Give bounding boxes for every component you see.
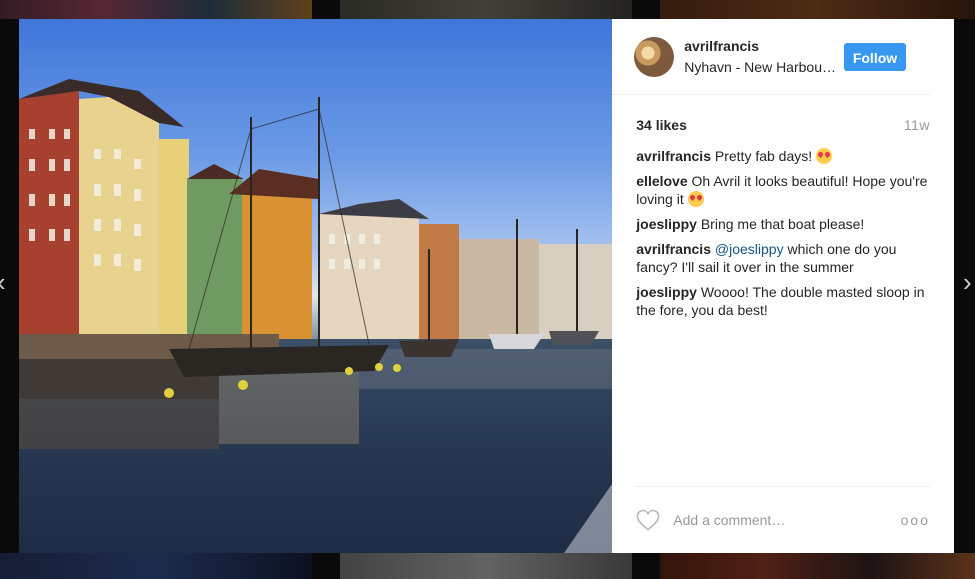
mention-link[interactable]: @joeslippy bbox=[715, 241, 784, 257]
comment-author[interactable]: avrilfrancis bbox=[636, 148, 711, 164]
comment-author[interactable]: joeslippy bbox=[636, 284, 697, 300]
list-item: joeslippy Bring me that boat please! bbox=[636, 215, 930, 233]
kiss-emoji-icon bbox=[687, 191, 704, 207]
user-block: avrilfrancis Nyhavn - New Harbou… bbox=[684, 38, 836, 75]
comment-text: Bring me that boat please! bbox=[700, 216, 865, 232]
avatar[interactable] bbox=[634, 36, 675, 77]
post-modal: avrilfrancis Nyhavn - New Harbou… Follow… bbox=[19, 19, 954, 553]
comment-text: Pretty fab days! bbox=[714, 148, 817, 164]
post-photo[interactable] bbox=[19, 19, 613, 553]
comments-list: avrilfrancis Pretty fab days! ellelove O… bbox=[612, 133, 954, 326]
post-username[interactable]: avrilfrancis bbox=[684, 38, 836, 54]
comment-author[interactable]: ellelove bbox=[636, 173, 687, 189]
more-options-icon[interactable]: ooo bbox=[901, 512, 930, 528]
list-item: ellelove Oh Avril it looks beautiful! Ho… bbox=[636, 172, 930, 208]
heart-outline-icon[interactable] bbox=[636, 509, 660, 531]
post-stats: 34 likes 11w bbox=[612, 95, 954, 133]
follow-button[interactable]: Follow bbox=[844, 42, 906, 71]
post-time[interactable]: 11w bbox=[904, 117, 930, 133]
list-item: joeslippy Woooo! The double masted sloop… bbox=[636, 283, 930, 319]
list-item: avrilfrancis @joeslippy which one do you… bbox=[636, 240, 930, 276]
chevron-right-icon[interactable]: › bbox=[963, 269, 975, 295]
chevron-left-icon[interactable]: ‹ bbox=[0, 269, 11, 295]
post-location[interactable]: Nyhavn - New Harbou… bbox=[684, 59, 836, 75]
comment-input[interactable] bbox=[671, 511, 901, 529]
post-header: avrilfrancis Nyhavn - New Harbou… Follow bbox=[612, 19, 930, 95]
comment-author[interactable]: joeslippy bbox=[636, 216, 697, 232]
likes-count[interactable]: 34 likes bbox=[636, 117, 687, 133]
post-sidebar: avrilfrancis Nyhavn - New Harbou… Follow… bbox=[612, 19, 954, 553]
caption: avrilfrancis Pretty fab days! bbox=[636, 147, 930, 165]
heart-eyes-emoji-icon bbox=[816, 148, 833, 164]
comment-bar: ooo bbox=[636, 486, 930, 553]
harbor-scene-image bbox=[19, 79, 613, 553]
comment-author[interactable]: avrilfrancis bbox=[636, 241, 711, 257]
